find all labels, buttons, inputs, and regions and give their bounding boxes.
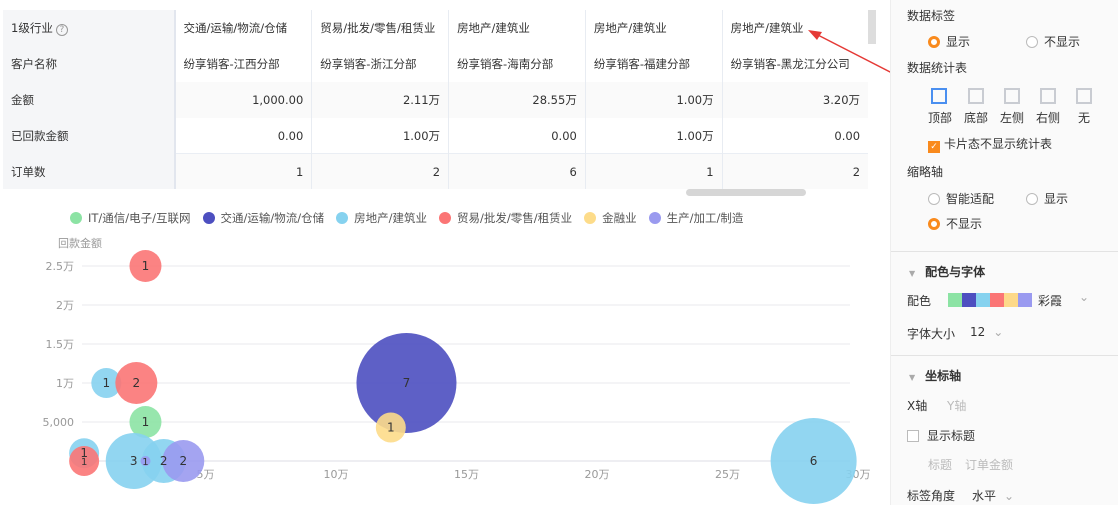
axis-title-label: 标题: [928, 458, 953, 472]
position-bottom-icon[interactable]: [968, 88, 984, 104]
font-size-label: 字体大小: [907, 327, 956, 341]
palette-select[interactable]: [948, 293, 1032, 307]
annotation-arrow: [808, 30, 890, 73]
palette-swatch: [990, 293, 1004, 307]
font-size-value: 12: [970, 325, 986, 339]
card-hide-checkbox[interactable]: ✓ 卡片态不显示统计表: [928, 135, 1052, 153]
radio-icon: [1026, 193, 1038, 205]
stat-position-bottom[interactable]: 底部: [964, 109, 988, 126]
radio-icon: [928, 36, 940, 48]
position-left-icon[interactable]: [1004, 88, 1020, 104]
radio-icon: [928, 218, 940, 230]
palette-swatch: [1004, 293, 1018, 307]
stat-position-left[interactable]: 左侧: [1000, 109, 1024, 126]
data-label-show[interactable]: 显示: [928, 33, 970, 50]
tab-y-axis[interactable]: Y轴: [947, 397, 966, 414]
thumb-axis-smart[interactable]: 智能适配: [928, 190, 994, 207]
chevron-down-icon: ⌄: [993, 325, 1004, 339]
palette-swatch: [962, 293, 976, 307]
thumb-axis-show[interactable]: 显示: [1026, 190, 1068, 207]
tab-x-axis[interactable]: X轴: [907, 397, 927, 414]
axis-section[interactable]: ▼ 坐标轴: [909, 367, 961, 384]
radio-icon: [1026, 36, 1038, 48]
collapse-triangle-icon: ▼: [909, 269, 916, 278]
chevron-down-icon[interactable]: ⌄: [1079, 290, 1089, 304]
thumb-axis-hide[interactable]: 不显示: [928, 215, 982, 232]
data-label-hide[interactable]: 不显示: [1026, 33, 1080, 50]
font-size-select[interactable]: 12 ⌄: [970, 325, 1003, 339]
chevron-down-icon: ⌄: [1004, 489, 1015, 503]
palette-swatch: [1018, 293, 1032, 307]
radio-icon: [928, 193, 940, 205]
angle-label: 标签角度: [907, 489, 956, 503]
angle-select[interactable]: 水平 ⌄: [972, 487, 1014, 504]
show-title-checkbox[interactable]: 显示标题: [907, 427, 975, 444]
thumb-axis-title: 缩略轴: [907, 165, 944, 179]
collapse-triangle-icon: ▼: [909, 373, 916, 382]
check-icon: ✓: [928, 141, 940, 153]
palette-label: 配色: [907, 294, 932, 308]
stat-position-top[interactable]: 顶部: [928, 109, 952, 126]
stat-position-none[interactable]: 无: [1078, 109, 1090, 126]
position-top-icon[interactable]: [931, 88, 947, 104]
palette-name: 彩霞: [1038, 294, 1063, 308]
settings-panel: 数据标签 显示 不显示 数据统计表 顶部 底部 左侧 右侧 无 ✓ 卡片态不显示统…: [890, 0, 1118, 505]
axis-title-input[interactable]: 订单金额: [965, 456, 1013, 473]
stat-table-title: 数据统计表: [907, 61, 968, 75]
stat-position-right[interactable]: 右侧: [1036, 109, 1060, 126]
position-none-icon[interactable]: [1076, 88, 1092, 104]
data-label-title: 数据标签: [907, 9, 956, 23]
palette-swatch: [948, 293, 962, 307]
checkbox-icon: [907, 430, 919, 442]
angle-value: 水平: [972, 489, 997, 503]
color-font-section[interactable]: ▼ 配色与字体: [909, 263, 985, 280]
position-right-icon[interactable]: [1040, 88, 1056, 104]
palette-swatch: [976, 293, 990, 307]
